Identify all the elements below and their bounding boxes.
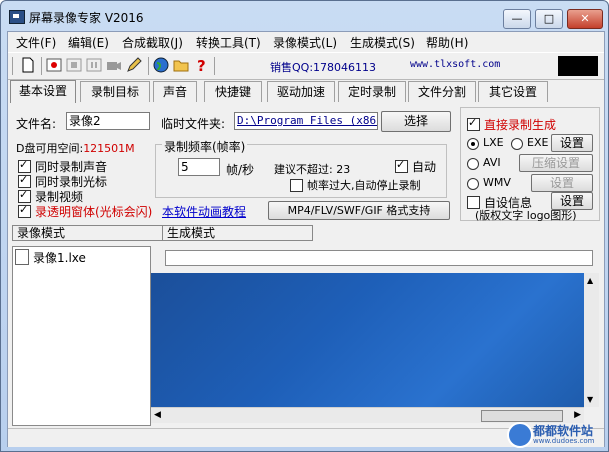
tab-basic-settings[interactable]: 基本设置 (10, 80, 76, 103)
recording-indicator (558, 56, 598, 76)
scroll-left-icon[interactable]: ◀ (154, 410, 161, 420)
maximize-button[interactable]: □ (535, 9, 563, 29)
copyright-note: (版权文字 logo图形) (475, 209, 577, 222)
choose-folder-button[interactable]: 选择 (381, 111, 451, 132)
menu-record-mode[interactable]: 录像模式(L) (273, 34, 337, 51)
auto-fps-label: 自动 (412, 160, 437, 174)
settings-tabs: 基本设置 录制目标 声音 快捷键 驱动加速 定时录制 文件分割 其它设置 (8, 80, 604, 104)
app-icon (9, 10, 25, 24)
lxe-settings-button[interactable]: 设置 (551, 134, 593, 152)
tab-sound[interactable]: 声音 (153, 81, 197, 102)
scroll-up-icon[interactable]: ▲ (587, 276, 593, 285)
folder-icon[interactable] (173, 57, 189, 73)
fps-input[interactable]: 5 (178, 158, 220, 176)
horizontal-scrollbar[interactable]: ◀ ▶ (151, 407, 584, 423)
sales-qq: 销售QQ:178046113 (270, 61, 377, 74)
tab-other-settings[interactable]: 其它设置 (478, 81, 548, 102)
svg-text:?: ? (197, 57, 206, 73)
lxe-radio[interactable] (467, 138, 479, 150)
exe-radio[interactable] (511, 138, 523, 150)
tempdir-input[interactable]: D:\Program Files (x86)\ (234, 112, 378, 130)
pencil-icon[interactable] (126, 57, 142, 73)
avi-radio[interactable] (467, 158, 479, 170)
avi-label: AVI (483, 156, 501, 169)
wmv-label: WMV (483, 176, 511, 189)
menu-help[interactable]: 帮助(H) (426, 34, 468, 51)
tab-generate-mode[interactable]: 生成模式 (162, 225, 313, 241)
record-transparent-checkbox[interactable] (18, 203, 31, 218)
scroll-down-icon[interactable]: ▼ (587, 395, 593, 404)
record-sound-checkbox[interactable] (18, 158, 31, 173)
compress-settings-button[interactable]: 压缩设置 (519, 154, 593, 172)
tempdir-label: 临时文件夹: (161, 117, 226, 131)
toolbar: ? 销售QQ:178046113 www.tlxsoft.com (8, 52, 604, 80)
menu-compose[interactable]: 合成截取(J) (122, 34, 183, 51)
app-window: 屏幕录像专家 V2016 — □ ✕ 文件(F) 编辑(E) 合成截取(J) 转… (0, 0, 609, 452)
record-icon[interactable] (46, 57, 62, 73)
wmv-radio[interactable] (467, 178, 479, 190)
auto-stop-label: 帧率过大,自动停止录制 (307, 179, 421, 192)
format-support-button[interactable]: MP4/FLV/SWF/GIF 格式支持 (268, 201, 450, 220)
scroll-thumb[interactable] (481, 410, 563, 422)
close-button[interactable]: ✕ (567, 9, 603, 29)
frame-rate-group-title: 录制频率(帧率) (162, 138, 248, 155)
client-area: 文件(F) 编辑(E) 合成截取(J) 转换工具(T) 录像模式(L) 生成模式… (7, 31, 605, 447)
watermark-url: www.dudoes.com (533, 437, 595, 445)
title-bar: 屏幕录像专家 V2016 — □ ✕ (1, 1, 608, 31)
suggest-max-fps: 建议不超过: 23 (274, 163, 351, 176)
fps-unit: 帧/秒 (226, 163, 255, 177)
tab-scheduled-record[interactable]: 定时录制 (338, 81, 406, 102)
menu-generate-mode[interactable]: 生成模式(S) (350, 34, 415, 51)
watermark: 都都软件站 www.dudoes.com (507, 422, 607, 448)
file-icon (15, 249, 29, 265)
disk-space-value: 121501M (83, 142, 135, 155)
record-transparent-label: 录透明窗体(光标会闪) (35, 205, 153, 219)
tab-hotkeys[interactable]: 快捷键 (204, 81, 262, 102)
website-url[interactable]: www.tlxsoft.com (410, 59, 500, 70)
disk-space-label: D盘可用空间:121501M (16, 142, 135, 155)
vertical-scrollbar[interactable]: ▲ ▼ (584, 273, 599, 407)
minimize-button[interactable]: — (503, 9, 531, 29)
tab-file-split[interactable]: 文件分割 (408, 81, 476, 102)
basic-settings-panel: 文件名: 录像2 临时文件夹: D:\Program Files (x86)\ … (10, 103, 456, 220)
menu-edit[interactable]: 编辑(E) (68, 34, 109, 51)
camera-icon[interactable] (106, 57, 122, 73)
tab-record-target[interactable]: 录制目标 (80, 81, 150, 102)
stop-icon[interactable] (66, 57, 82, 73)
wmv-settings-button[interactable]: 设置 (531, 174, 593, 192)
pause-icon[interactable] (86, 57, 102, 73)
recording-list: 录像1.lxe (12, 246, 151, 426)
watermark-logo-icon (507, 422, 533, 448)
list-item[interactable]: 录像1.lxe (33, 249, 86, 266)
current-file-bar (165, 250, 593, 266)
help-icon[interactable]: ? (193, 57, 209, 73)
tab-driver-accel[interactable]: 驱动加速 (267, 81, 335, 102)
auto-stop-checkbox[interactable] (290, 179, 303, 192)
mode-tabs: 录像模式 生成模式 (8, 225, 604, 241)
filename-label: 文件名: (16, 117, 57, 131)
record-cursor-checkbox[interactable] (18, 173, 31, 188)
tab-record-mode[interactable]: 录像模式 (12, 225, 163, 241)
record-video-checkbox[interactable] (18, 188, 31, 203)
auto-fps-checkbox[interactable] (395, 158, 408, 173)
video-preview (151, 273, 599, 407)
scroll-right-icon[interactable]: ▶ (574, 410, 581, 420)
output-format-group: 直接录制生成 LXE EXE 设置 AVI 压缩设置 WMV 设置 自设信息 设… (460, 107, 600, 222)
globe-icon[interactable] (153, 57, 169, 73)
direct-generate-label: 直接录制生成 (484, 118, 557, 132)
window-title: 屏幕录像专家 V2016 (29, 11, 144, 25)
new-file-icon[interactable] (20, 57, 36, 73)
menu-bar: 文件(F) 编辑(E) 合成截取(J) 转换工具(T) 录像模式(L) 生成模式… (8, 32, 604, 51)
filename-input[interactable]: 录像2 (66, 112, 150, 130)
tutorial-link[interactable]: 本软件动画教程 (162, 203, 246, 220)
menu-file[interactable]: 文件(F) (16, 34, 56, 51)
menu-convert[interactable]: 转换工具(T) (196, 34, 261, 51)
exe-label: EXE (527, 136, 549, 149)
lxe-label: LXE (483, 136, 504, 149)
direct-generate-checkbox[interactable] (467, 116, 480, 131)
